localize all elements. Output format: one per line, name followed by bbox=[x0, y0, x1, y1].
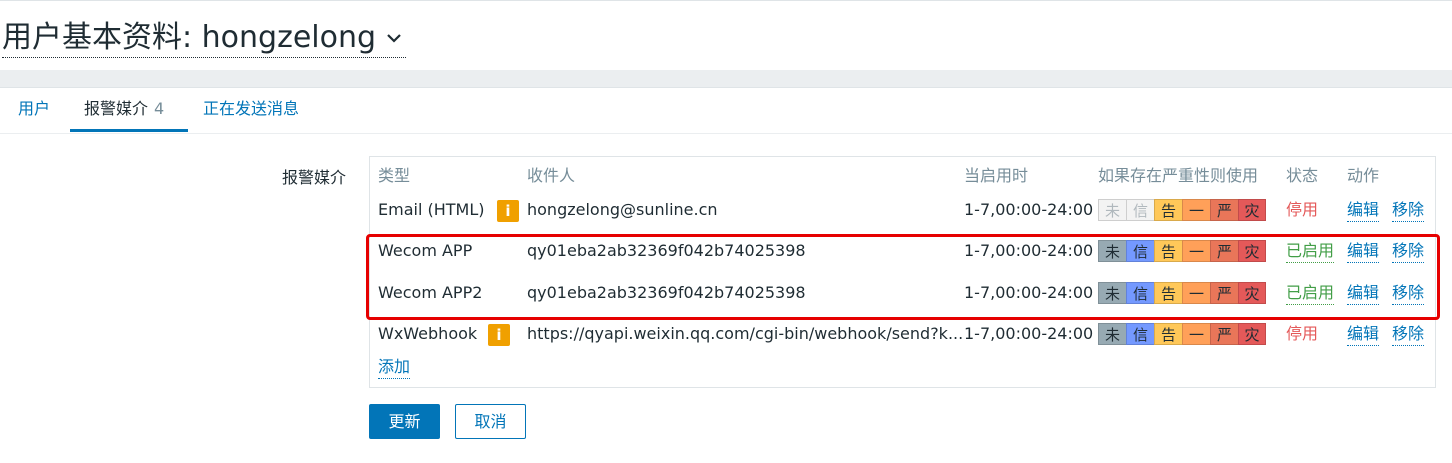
severity-badges: 未信告一严灾 bbox=[1098, 323, 1266, 345]
page-title[interactable]: 用户基本资料: hongzelong bbox=[2, 19, 407, 58]
update-button[interactable]: 更新 bbox=[369, 404, 440, 439]
header-recipient: 收件人 bbox=[527, 166, 576, 185]
remove-link[interactable]: 移除 bbox=[1392, 199, 1425, 222]
severity-badge: 未 bbox=[1098, 199, 1126, 221]
header-when: 当启用时 bbox=[964, 166, 1029, 185]
edit-link[interactable]: 编辑 bbox=[1347, 323, 1380, 346]
row-recipient: hongzelong@sunline.cn bbox=[527, 200, 718, 219]
tab-label: 正在发送消息 bbox=[203, 99, 300, 118]
add-media-link[interactable]: 添加 bbox=[378, 356, 411, 379]
info-icon[interactable]: i bbox=[497, 200, 519, 222]
cancel-button[interactable]: 取消 bbox=[455, 404, 526, 439]
severity-badge: 一 bbox=[1182, 323, 1210, 345]
header-action: 动作 bbox=[1347, 166, 1380, 185]
tab-label: 用户 bbox=[18, 99, 51, 118]
severity-badge: 严 bbox=[1210, 323, 1238, 345]
header-status: 状态 bbox=[1286, 166, 1319, 185]
page-title-text: 用户基本资料: hongzelong bbox=[2, 20, 377, 55]
tab-count: 4 bbox=[154, 99, 165, 118]
remove-link[interactable]: 移除 bbox=[1392, 323, 1425, 346]
row-recipient: https://qyapi.weixin.qq.com/cgi-bin/webh… bbox=[527, 324, 964, 343]
severity-badge: 灾 bbox=[1238, 199, 1266, 221]
chevron-down-icon[interactable] bbox=[384, 28, 404, 48]
highlight-box bbox=[366, 234, 1440, 320]
edit-link[interactable]: 编辑 bbox=[1347, 199, 1380, 222]
severity-badge: 告 bbox=[1154, 323, 1182, 345]
row-when: 1-7,00:00-24:00 bbox=[964, 324, 1094, 343]
media-field-label: 报警媒介 bbox=[282, 168, 347, 187]
severity-badge: 未 bbox=[1098, 323, 1126, 345]
severity-badge: 灾 bbox=[1238, 323, 1266, 345]
tab-media[interactable]: 报警媒介 4 bbox=[70, 98, 188, 132]
tab-sending-messages[interactable]: 正在发送消息 bbox=[203, 98, 299, 132]
tab-bar: 用户 报警媒介 4 正在发送消息 bbox=[0, 88, 1452, 134]
header-type: 类型 bbox=[378, 166, 411, 185]
header-severity: 如果存在严重性则使用 bbox=[1098, 166, 1259, 185]
severity-badge: 一 bbox=[1182, 199, 1210, 221]
status-toggle[interactable]: 停用 bbox=[1286, 323, 1318, 345]
severity-badges: 未信告一严灾 bbox=[1098, 199, 1266, 221]
info-icon[interactable]: i bbox=[488, 324, 510, 346]
tab-label: 报警媒介 bbox=[84, 99, 149, 118]
page-header: 用户基本资料: hongzelong bbox=[0, 0, 1452, 70]
row-type: WxWebhook bbox=[378, 324, 478, 343]
status-toggle[interactable]: 停用 bbox=[1286, 199, 1318, 221]
row-when: 1-7,00:00-24:00 bbox=[964, 200, 1094, 219]
tab-user[interactable]: 用户 bbox=[18, 98, 50, 132]
severity-badge: 信 bbox=[1126, 323, 1154, 345]
severity-badge: 严 bbox=[1210, 199, 1238, 221]
row-type: Email (HTML) bbox=[378, 200, 485, 219]
form-panel: 用户 报警媒介 4 正在发送消息 报警媒介 类型 收件人 当启用时 如果存在严重性… bbox=[0, 87, 1452, 463]
severity-badge: 告 bbox=[1154, 199, 1182, 221]
severity-badge: 信 bbox=[1126, 199, 1154, 221]
